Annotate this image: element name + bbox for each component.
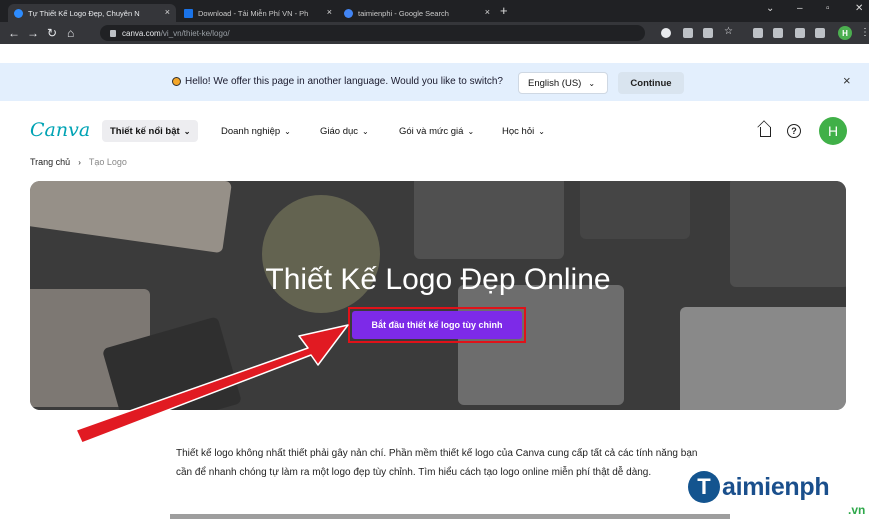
annotation-arrow-shape: [75, 324, 349, 444]
watermark-logo-icon: T: [688, 471, 720, 503]
watermark-text: aimienph: [722, 472, 830, 501]
annotation-arrow-icon: [75, 324, 349, 444]
content-divider: [170, 514, 730, 519]
description-text: Thiết kế logo không nhất thiết phải gây …: [176, 448, 698, 478]
watermark: T aimienph: [688, 471, 830, 503]
watermark-suffix: .vn: [848, 503, 866, 517]
